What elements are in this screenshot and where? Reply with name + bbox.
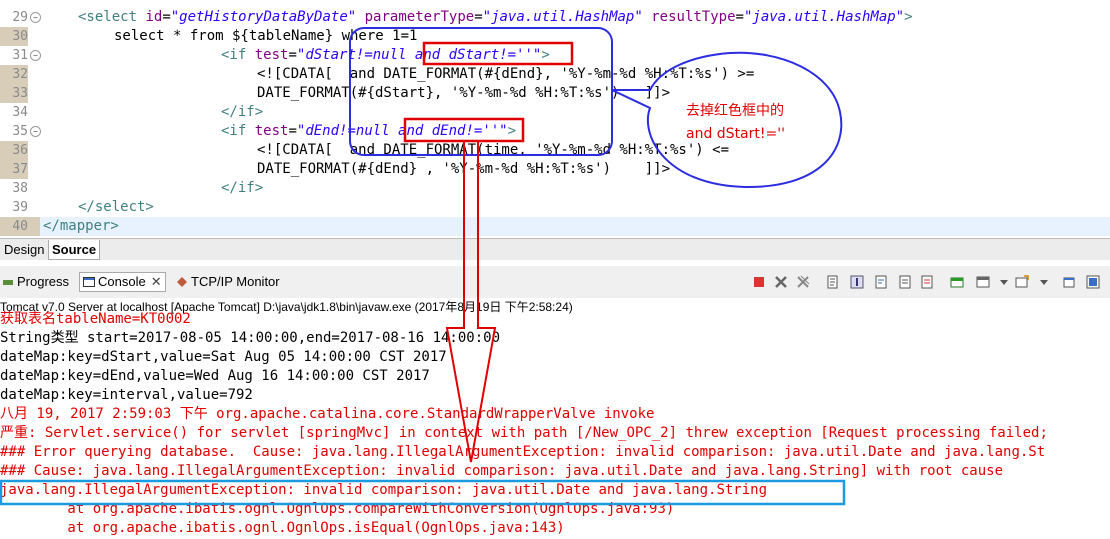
red-highlight-box	[403, 117, 525, 143]
red-highlight-box	[422, 41, 574, 66]
annotation-note-line1: 去掉红色框中的	[686, 103, 784, 119]
down-arrow	[445, 140, 497, 463]
annotation-note-line2: and dStart!=''	[686, 126, 785, 142]
annotation-overlay	[0, 27, 846, 506]
cyan-highlight-box	[0, 479, 846, 506]
